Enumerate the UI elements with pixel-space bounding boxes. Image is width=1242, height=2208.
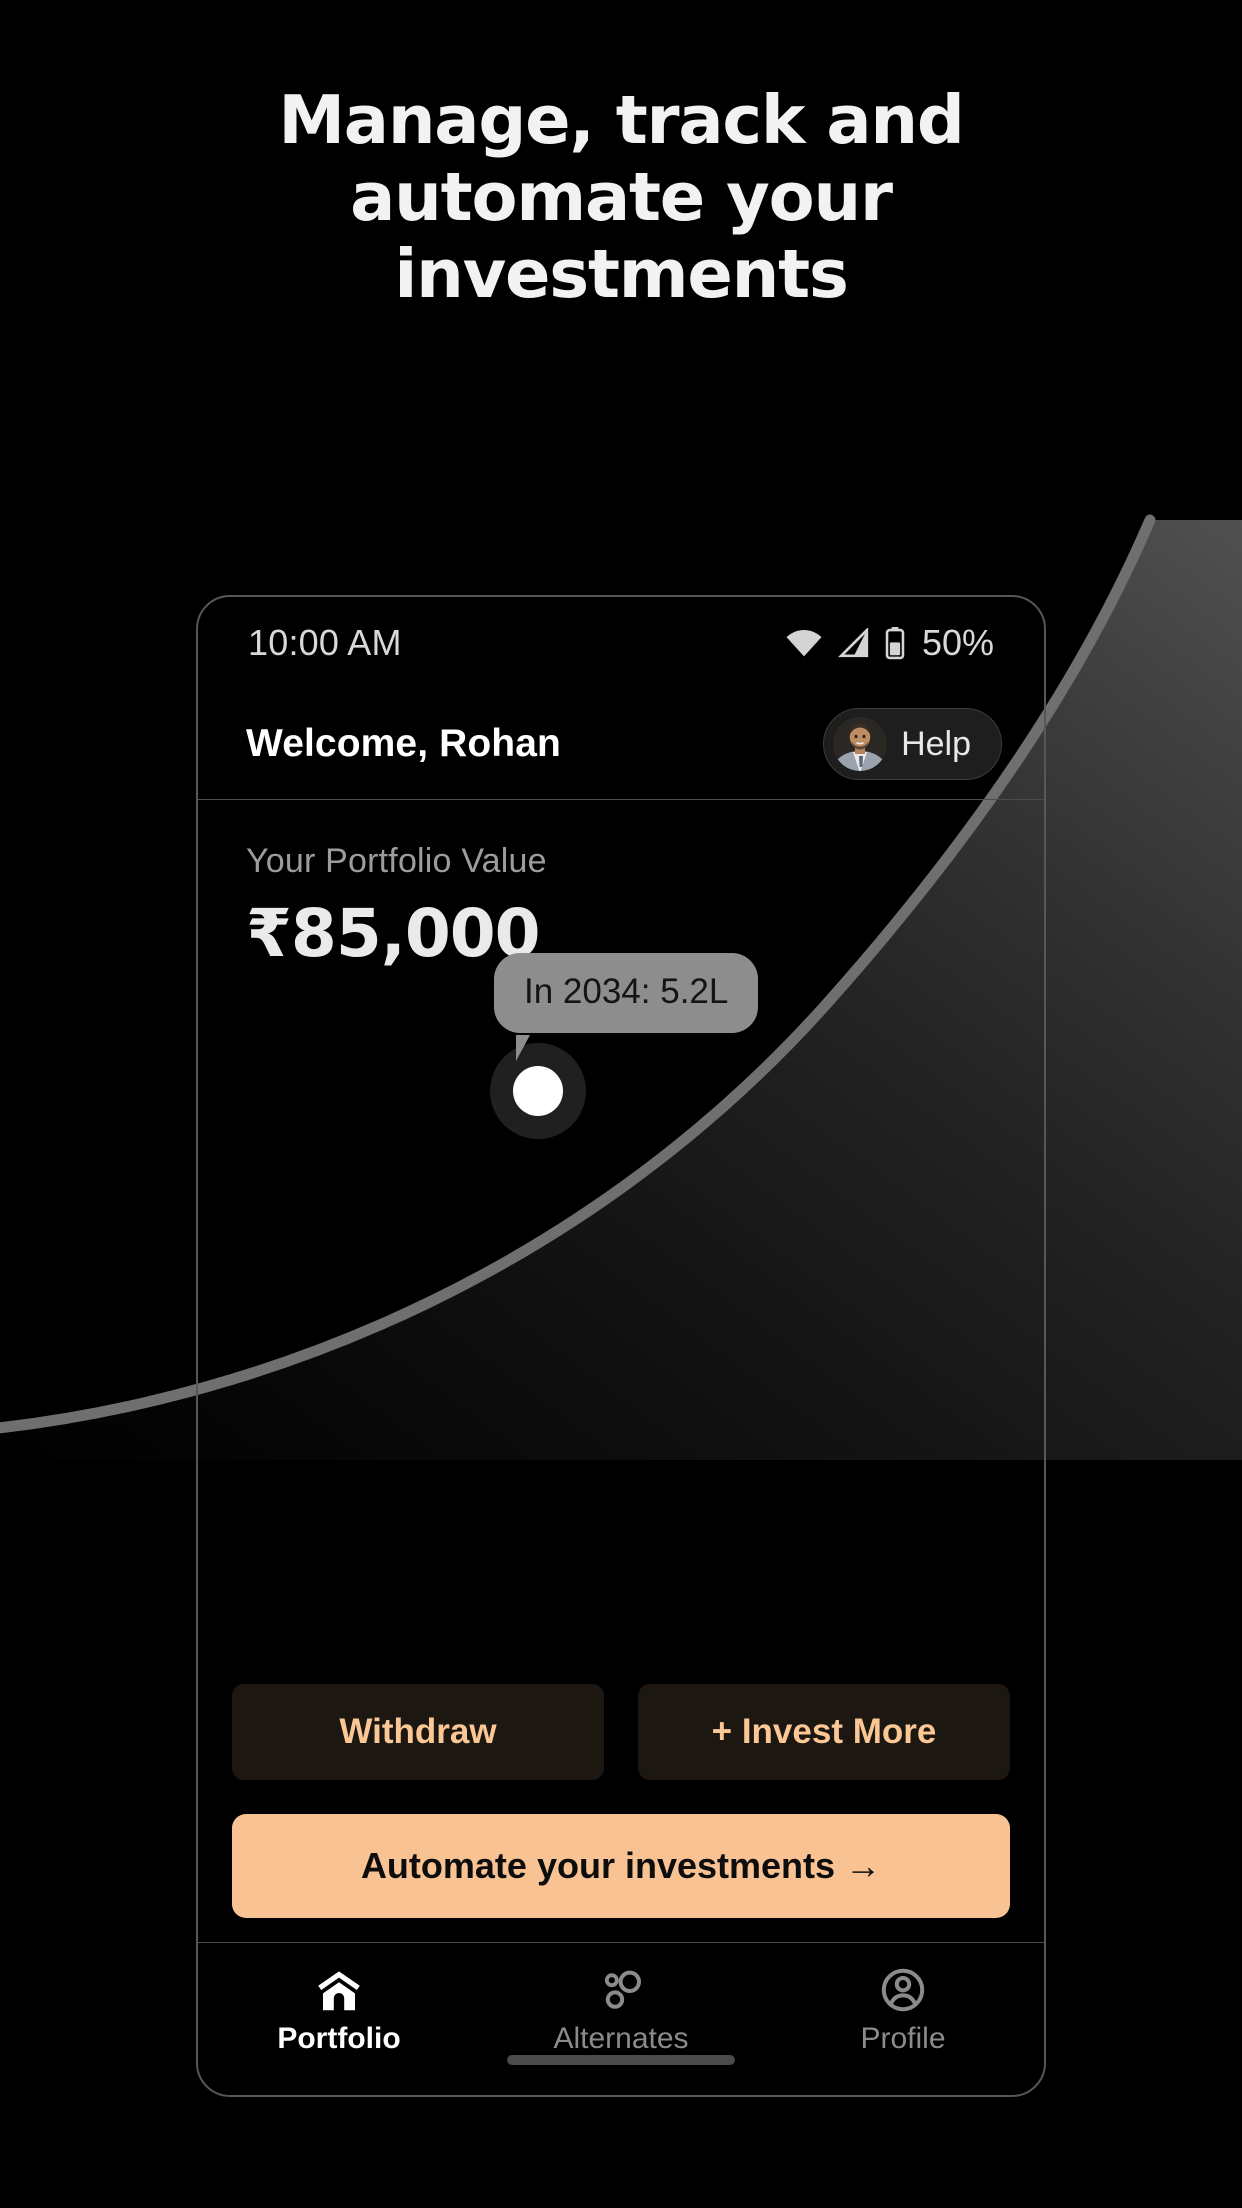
nav-label-portfolio: Portfolio bbox=[277, 2022, 401, 2055]
bottom-navigation: Portfolio Alternates Profile bbox=[198, 1943, 1044, 2095]
help-button[interactable]: Help bbox=[823, 708, 1002, 780]
nav-label-profile: Profile bbox=[860, 2022, 946, 2055]
phone-mockup: 10:00 AM 50% Welcome, Rohan Help Your Po… bbox=[196, 595, 1046, 2097]
automate-investments-button[interactable]: Automate your investments → bbox=[232, 1814, 1010, 1918]
hero-headline: Manage, track and automate your investme… bbox=[0, 82, 1242, 313]
phone-screen: 10:00 AM 50% Welcome, Rohan Help Your Po… bbox=[198, 597, 1044, 2095]
home-indicator[interactable] bbox=[507, 2055, 735, 2065]
nav-item-profile[interactable]: Profile bbox=[803, 1967, 1003, 2056]
projection-tooltip: In 2034: 5.2L bbox=[494, 953, 759, 1033]
user-avatar bbox=[833, 717, 888, 771]
nav-item-alternates[interactable]: Alternates bbox=[521, 1967, 721, 2056]
hero-line-3: investments bbox=[394, 235, 849, 313]
portfolio-screen: Your Portfolio Value ₹85,000 In 2034: 5.… bbox=[198, 800, 1044, 1942]
withdraw-button[interactable]: Withdraw bbox=[232, 1684, 604, 1780]
nav-item-portfolio[interactable]: Portfolio bbox=[239, 1967, 439, 2056]
app-header: Welcome, Rohan Help bbox=[198, 689, 1044, 799]
hero-line-1: Manage, track and bbox=[278, 81, 965, 159]
battery-percent-label: 50% bbox=[921, 622, 994, 663]
action-buttons: Withdraw + Invest More bbox=[232, 1684, 1010, 1780]
tooltip-tail bbox=[516, 1035, 544, 1061]
status-indicators: 50% bbox=[784, 622, 994, 664]
nav-label-alternates: Alternates bbox=[553, 2022, 689, 2055]
person-circle-icon bbox=[881, 1968, 925, 2012]
help-label: Help bbox=[901, 724, 971, 763]
battery-icon bbox=[885, 627, 905, 660]
portfolio-value-label: Your Portfolio Value bbox=[246, 842, 547, 880]
greeting-text: Welcome, Rohan bbox=[246, 722, 561, 765]
portfolio-summary: Your Portfolio Value ₹85,000 bbox=[246, 842, 547, 972]
invest-more-button[interactable]: + Invest More bbox=[638, 1684, 1010, 1780]
bubbles-icon bbox=[604, 1970, 641, 2009]
curve-point-marker[interactable] bbox=[513, 1066, 563, 1116]
avatar-portrait bbox=[833, 717, 888, 771]
hero-line-2: automate your bbox=[350, 158, 893, 236]
cellular-signal-icon bbox=[837, 628, 869, 658]
status-time: 10:00 AM bbox=[248, 622, 402, 663]
wifi-icon bbox=[786, 630, 822, 657]
status-bar: 10:00 AM 50% bbox=[198, 597, 1044, 689]
home-icon bbox=[318, 1971, 360, 2011]
